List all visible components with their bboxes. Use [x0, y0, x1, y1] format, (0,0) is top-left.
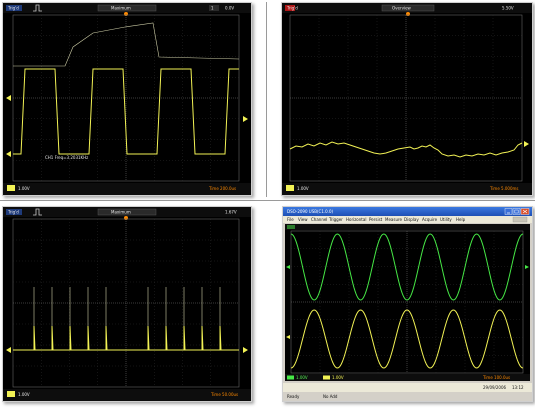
voltage-readout: 1.67V — [225, 210, 237, 215]
ch1-level-marker-icon — [6, 347, 11, 353]
run-status-badge — [287, 225, 295, 229]
max-envelope-spikes — [33, 287, 221, 350]
scope-panel-pulse: Trig'd Maximum 1.67V 1.00V Time 50.00us — [2, 206, 252, 402]
menu-persist[interactable]: Persist — [369, 217, 383, 222]
ch1-ground-marker-icon — [6, 95, 11, 101]
graticule — [12, 218, 240, 388]
voltage-readout: 5.50V — [502, 6, 514, 11]
time-label: Time 200.0us — [208, 186, 236, 191]
ch1-badge — [323, 375, 330, 380]
trigger-level-marker-icon — [243, 347, 248, 353]
time-label: Time 50.00us — [210, 392, 238, 397]
time-label: Time 100.0us — [482, 375, 510, 380]
menu-trigger[interactable]: Trigger — [328, 217, 343, 222]
scale-label: 1.00V — [18, 392, 30, 397]
scope-screen-pulse: Trig'd Maximum 1.67V 1.00V Time 50.00us — [3, 207, 251, 401]
trigger-level-marker-icon — [524, 141, 529, 147]
vertical-divider-top — [266, 2, 267, 197]
menu-horizontal[interactable]: Horizontal — [346, 217, 366, 222]
menu-file[interactable]: File — [287, 217, 294, 222]
scope-app-window: DSO-2090 USB(C1.0.0) File View Channel T… — [282, 206, 533, 402]
time-label: Time 5.000ms — [489, 186, 519, 191]
ch1-scale-label: 1.00V — [332, 375, 344, 380]
voltage-readout: 0.0V — [225, 6, 234, 11]
menu-view[interactable]: View — [298, 217, 308, 222]
ch1-level-marker-icon — [6, 151, 11, 157]
window-title: DSO-2090 USB(C1.0.0) — [287, 209, 334, 214]
menu-measure[interactable]: Measure — [385, 217, 403, 222]
trig-status-text: Trig'd — [7, 6, 19, 11]
ch1-badge — [7, 185, 15, 191]
trig-status-text: Trig'd — [7, 210, 19, 215]
menu-help[interactable]: Help — [456, 217, 466, 222]
scope-top-bar — [285, 224, 530, 230]
ch1-badge — [7, 391, 15, 397]
measure-label: CH1 Freq=3.2031KHz — [45, 155, 88, 160]
mode-label: Overview — [392, 6, 412, 11]
clock-label: 13:12 — [512, 385, 524, 390]
graticule — [289, 14, 523, 182]
trigger-level-marker-icon — [243, 116, 248, 122]
scope-screen-noise: Trig'd Overview 5.50V 1.00V Time 5.000ms — [282, 3, 532, 195]
maximize-button[interactable] — [512, 208, 521, 215]
menu-utility[interactable]: Utility — [440, 217, 452, 222]
menu-channel[interactable]: Channel — [311, 217, 327, 222]
status-bar — [283, 392, 532, 401]
scope-app-screen: DSO-2090 USB(C1.0.0) File View Channel T… — [283, 207, 532, 401]
menu-acquire[interactable]: Acquire — [422, 217, 438, 222]
scope-screen-square-wave: Trig'd Maximum 1 0.0V CH1 Freq=3.2031KHz… — [3, 3, 251, 195]
ch2-scale-label: 1.00V — [296, 375, 308, 380]
minimize-button[interactable] — [504, 208, 513, 215]
ch1-badge — [286, 185, 294, 191]
scope-panel-square-wave: Trig'd Maximum 1 0.0V CH1 Freq=3.2031KHz… — [2, 2, 252, 196]
horizontal-divider — [0, 200, 535, 201]
trigger-position-icon — [406, 12, 410, 16]
date-label: 29/09/2006 — [483, 385, 507, 390]
toolbar-button[interactable] — [512, 216, 528, 223]
menu-display[interactable]: Display — [404, 217, 419, 222]
plot-area — [285, 224, 530, 381]
scale-label: 1.00V — [297, 186, 309, 191]
mode-label: Maximum — [111, 210, 131, 215]
ch2-badge — [287, 375, 294, 380]
scope-panel-noise: Trig'd Overview 5.50V 1.00V Time 5.000ms — [281, 2, 533, 196]
scale-label: 1.00V — [18, 186, 30, 191]
status-field: No Add — [323, 394, 338, 399]
mode-label: Maximum — [111, 6, 131, 11]
status-ready: Ready — [287, 394, 300, 399]
trig-status-text: Trig'd — [286, 6, 298, 11]
